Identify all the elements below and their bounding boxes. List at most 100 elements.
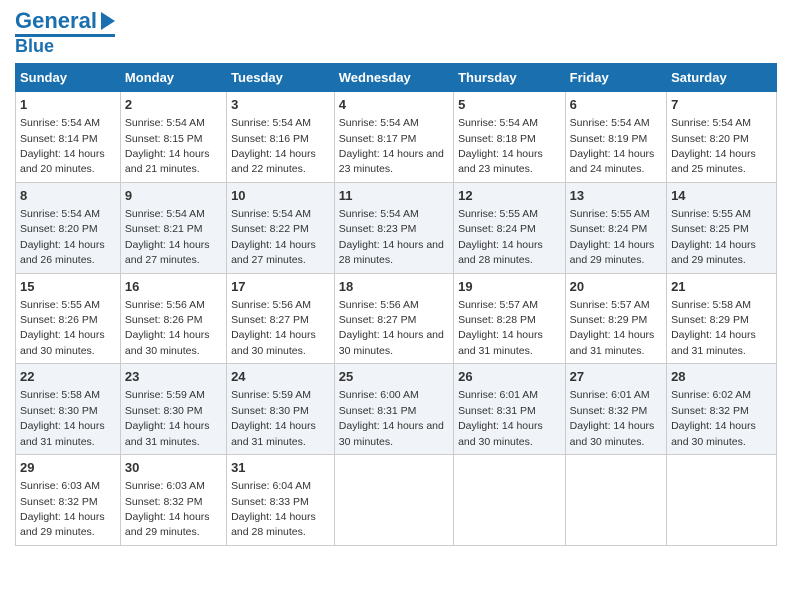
calendar-cell — [667, 455, 777, 546]
day-number: 1 — [20, 96, 116, 114]
sunset-text: Sunset: 8:32 PM — [570, 405, 648, 417]
daylight-text: Daylight: 14 hours and 23 minutes. — [339, 148, 444, 175]
daylight-text: Daylight: 14 hours and 27 minutes. — [231, 239, 316, 266]
day-number: 30 — [125, 459, 222, 477]
sunrise-text: Sunrise: 5:54 AM — [339, 208, 419, 220]
sunset-text: Sunset: 8:33 PM — [231, 496, 309, 508]
sunrise-text: Sunrise: 5:55 AM — [570, 208, 650, 220]
calendar-week-row: 8 Sunrise: 5:54 AM Sunset: 8:20 PM Dayli… — [16, 182, 777, 273]
day-number: 10 — [231, 187, 330, 205]
weekday-header: Thursday — [454, 64, 566, 92]
daylight-text: Daylight: 14 hours and 30 minutes. — [231, 329, 316, 356]
sunset-text: Sunset: 8:20 PM — [671, 133, 749, 145]
sunset-text: Sunset: 8:30 PM — [231, 405, 309, 417]
day-number: 11 — [339, 187, 449, 205]
calendar-cell: 31 Sunrise: 6:04 AM Sunset: 8:33 PM Dayl… — [227, 455, 335, 546]
daylight-text: Daylight: 14 hours and 29 minutes. — [20, 511, 105, 538]
daylight-text: Daylight: 14 hours and 30 minutes. — [125, 329, 210, 356]
sunset-text: Sunset: 8:32 PM — [20, 496, 98, 508]
day-number: 16 — [125, 278, 222, 296]
calendar-cell: 7 Sunrise: 5:54 AM Sunset: 8:20 PM Dayli… — [667, 92, 777, 183]
calendar-cell: 25 Sunrise: 6:00 AM Sunset: 8:31 PM Dayl… — [334, 364, 453, 455]
sunset-text: Sunset: 8:26 PM — [20, 314, 98, 326]
day-number: 6 — [570, 96, 662, 114]
daylight-text: Daylight: 14 hours and 30 minutes. — [339, 420, 444, 447]
daylight-text: Daylight: 14 hours and 28 minutes. — [231, 511, 316, 538]
sunset-text: Sunset: 8:19 PM — [570, 133, 648, 145]
calendar-cell: 4 Sunrise: 5:54 AM Sunset: 8:17 PM Dayli… — [334, 92, 453, 183]
sunset-text: Sunset: 8:15 PM — [125, 133, 203, 145]
calendar-cell: 16 Sunrise: 5:56 AM Sunset: 8:26 PM Dayl… — [120, 273, 226, 364]
daylight-text: Daylight: 14 hours and 31 minutes. — [231, 420, 316, 447]
day-number: 15 — [20, 278, 116, 296]
daylight-text: Daylight: 14 hours and 31 minutes. — [458, 329, 543, 356]
sunset-text: Sunset: 8:29 PM — [671, 314, 749, 326]
calendar-cell: 1 Sunrise: 5:54 AM Sunset: 8:14 PM Dayli… — [16, 92, 121, 183]
calendar-cell: 5 Sunrise: 5:54 AM Sunset: 8:18 PM Dayli… — [454, 92, 566, 183]
calendar-cell: 21 Sunrise: 5:58 AM Sunset: 8:29 PM Dayl… — [667, 273, 777, 364]
calendar-cell: 24 Sunrise: 5:59 AM Sunset: 8:30 PM Dayl… — [227, 364, 335, 455]
calendar-cell — [454, 455, 566, 546]
calendar-cell: 29 Sunrise: 6:03 AM Sunset: 8:32 PM Dayl… — [16, 455, 121, 546]
day-number: 27 — [570, 368, 662, 386]
sunrise-text: Sunrise: 5:54 AM — [339, 117, 419, 129]
daylight-text: Daylight: 14 hours and 24 minutes. — [570, 148, 655, 175]
day-number: 24 — [231, 368, 330, 386]
sunrise-text: Sunrise: 5:55 AM — [20, 299, 100, 311]
sunrise-text: Sunrise: 5:54 AM — [231, 117, 311, 129]
sunset-text: Sunset: 8:21 PM — [125, 223, 203, 235]
day-number: 8 — [20, 187, 116, 205]
daylight-text: Daylight: 14 hours and 31 minutes. — [570, 329, 655, 356]
day-number: 7 — [671, 96, 772, 114]
day-number: 23 — [125, 368, 222, 386]
day-number: 2 — [125, 96, 222, 114]
day-number: 12 — [458, 187, 561, 205]
calendar-cell: 18 Sunrise: 5:56 AM Sunset: 8:27 PM Dayl… — [334, 273, 453, 364]
logo: General Blue — [15, 10, 115, 55]
calendar-cell: 20 Sunrise: 5:57 AM Sunset: 8:29 PM Dayl… — [565, 273, 666, 364]
weekday-header: Wednesday — [334, 64, 453, 92]
sunrise-text: Sunrise: 5:54 AM — [125, 117, 205, 129]
daylight-text: Daylight: 14 hours and 31 minutes. — [20, 420, 105, 447]
day-number: 31 — [231, 459, 330, 477]
calendar-cell: 9 Sunrise: 5:54 AM Sunset: 8:21 PM Dayli… — [120, 182, 226, 273]
header: General Blue — [15, 10, 777, 55]
sunset-text: Sunset: 8:16 PM — [231, 133, 309, 145]
sunrise-text: Sunrise: 5:58 AM — [671, 299, 751, 311]
daylight-text: Daylight: 14 hours and 29 minutes. — [671, 239, 756, 266]
sunset-text: Sunset: 8:30 PM — [20, 405, 98, 417]
sunrise-text: Sunrise: 5:54 AM — [125, 208, 205, 220]
day-number: 4 — [339, 96, 449, 114]
sunset-text: Sunset: 8:14 PM — [20, 133, 98, 145]
day-number: 22 — [20, 368, 116, 386]
calendar-cell: 10 Sunrise: 5:54 AM Sunset: 8:22 PM Dayl… — [227, 182, 335, 273]
sunrise-text: Sunrise: 5:55 AM — [458, 208, 538, 220]
daylight-text: Daylight: 14 hours and 22 minutes. — [231, 148, 316, 175]
day-number: 28 — [671, 368, 772, 386]
sunrise-text: Sunrise: 5:59 AM — [125, 389, 205, 401]
calendar-cell — [565, 455, 666, 546]
calendar-cell: 2 Sunrise: 5:54 AM Sunset: 8:15 PM Dayli… — [120, 92, 226, 183]
daylight-text: Daylight: 14 hours and 29 minutes. — [570, 239, 655, 266]
sunrise-text: Sunrise: 6:04 AM — [231, 480, 311, 492]
calendar-cell: 3 Sunrise: 5:54 AM Sunset: 8:16 PM Dayli… — [227, 92, 335, 183]
daylight-text: Daylight: 14 hours and 31 minutes. — [125, 420, 210, 447]
sunrise-text: Sunrise: 5:55 AM — [671, 208, 751, 220]
sunrise-text: Sunrise: 5:56 AM — [339, 299, 419, 311]
calendar-cell: 17 Sunrise: 5:56 AM Sunset: 8:27 PM Dayl… — [227, 273, 335, 364]
sunrise-text: Sunrise: 5:54 AM — [671, 117, 751, 129]
sunrise-text: Sunrise: 5:56 AM — [231, 299, 311, 311]
calendar-cell: 30 Sunrise: 6:03 AM Sunset: 8:32 PM Dayl… — [120, 455, 226, 546]
sunrise-text: Sunrise: 5:54 AM — [231, 208, 311, 220]
weekday-header: Sunday — [16, 64, 121, 92]
sunrise-text: Sunrise: 5:57 AM — [458, 299, 538, 311]
daylight-text: Daylight: 14 hours and 31 minutes. — [671, 329, 756, 356]
sunset-text: Sunset: 8:29 PM — [570, 314, 648, 326]
day-number: 25 — [339, 368, 449, 386]
day-number: 21 — [671, 278, 772, 296]
day-number: 20 — [570, 278, 662, 296]
calendar-cell: 28 Sunrise: 6:02 AM Sunset: 8:32 PM Dayl… — [667, 364, 777, 455]
daylight-text: Daylight: 14 hours and 28 minutes. — [339, 239, 444, 266]
sunset-text: Sunset: 8:32 PM — [671, 405, 749, 417]
daylight-text: Daylight: 14 hours and 30 minutes. — [671, 420, 756, 447]
